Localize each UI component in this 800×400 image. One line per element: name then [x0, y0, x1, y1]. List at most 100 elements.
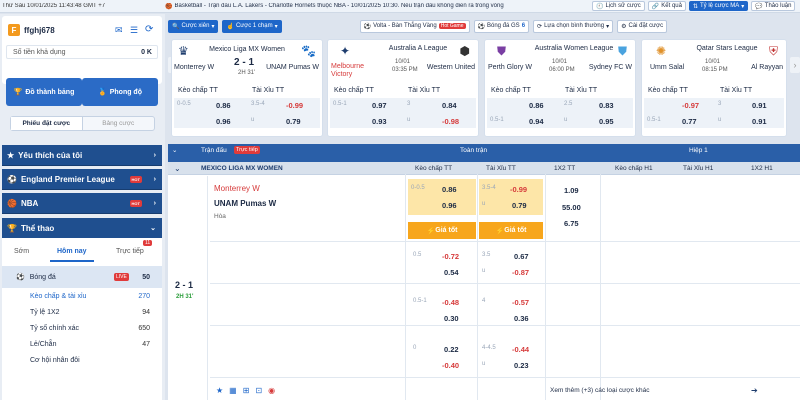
odd-value[interactable]: 0.96	[216, 117, 231, 126]
odd-value[interactable]: -0.99	[510, 185, 527, 194]
settings-button[interactable]: ⚙ Cài đặt cược	[617, 19, 668, 33]
odd-2[interactable]: 6.75	[564, 219, 579, 228]
header-full: Toàn trận	[460, 146, 488, 154]
category-sports[interactable]: 🏆 Thể thao ⌄	[2, 218, 162, 239]
odd-value[interactable]: 0.86	[529, 101, 544, 110]
results-button[interactable]: 🔗 Kết quả	[647, 1, 686, 11]
submenu-item[interactable]: Cơ hội nhân đôi	[2, 354, 162, 368]
league-name: MEXICO LIGA MX WOMEN	[201, 165, 283, 172]
collapse-icon[interactable]: ⌄	[174, 164, 181, 173]
odd-value[interactable]: 0.86	[216, 101, 231, 110]
hcap-cell-main[interactable]: 0-0.5 0.86 0.96	[408, 179, 476, 215]
category-epl[interactable]: ⚽ England Premier League HOT ›	[2, 169, 162, 190]
sport-football[interactable]: ⚽ Bóng đá LIVE 50	[2, 266, 162, 288]
submenu-item[interactable]: Tỷ lệ 1X2 94	[2, 306, 162, 320]
odd-1[interactable]: 1.09	[564, 186, 579, 195]
odd-value[interactable]: 0.22	[444, 345, 459, 354]
tab-board[interactable]: Bảng cược	[83, 117, 155, 130]
odd-value[interactable]: 0.91	[752, 117, 767, 126]
odd-value[interactable]: 0.67	[514, 252, 529, 261]
best-price-button[interactable]: ⚡ Giá tốt	[479, 222, 543, 239]
refresh-icon[interactable]: ⟳	[145, 24, 153, 35]
arrow-right-icon[interactable]: ➔	[751, 386, 758, 395]
odd-value[interactable]: -0.57	[512, 298, 529, 307]
shortcuts: 🏆 Đồ thành bảng 🏅 Phong độ	[2, 78, 162, 108]
live-stream-icon[interactable]: ◉	[268, 386, 275, 395]
history-icon: 🕘	[596, 3, 604, 10]
match-time-cell: 2 - 1 2H 31'	[168, 176, 208, 400]
tab-today[interactable]: Hôm nay	[57, 248, 87, 255]
star-icon[interactable]: ★	[216, 386, 223, 395]
odd-value[interactable]: 0.83	[599, 101, 614, 110]
submenu-item[interactable]: Lẻ/Chẵn 47	[2, 338, 162, 352]
carousel-next-arrow[interactable]: ›	[790, 57, 800, 73]
odd-value[interactable]: 0.93	[372, 117, 387, 126]
gs-button[interactable]: ⚽ Bóng đá GS 6	[473, 19, 530, 33]
odd-value[interactable]: 0.79	[512, 201, 527, 210]
field-icon[interactable]: ⊡	[255, 386, 262, 395]
category-favorites[interactable]: ★ Yêu thích của tôi ›	[2, 145, 162, 166]
league-row[interactable]: ⌄ MEXICO LIGA MX WOMEN Kèo chấp TT Tài X…	[168, 162, 800, 175]
chat-icon[interactable]: ☰	[130, 25, 138, 36]
odd-value[interactable]: 0.79	[286, 117, 301, 126]
ou-line: 4	[482, 298, 486, 304]
odd-value[interactable]: -0.87	[512, 268, 529, 277]
odd-value[interactable]: -0.99	[286, 101, 303, 110]
odd-value[interactable]: -0.72	[442, 252, 459, 261]
odd-value[interactable]: 0.96	[442, 201, 457, 210]
odd-value[interactable]: 0.86	[442, 185, 457, 194]
odd-value[interactable]: -0.97	[682, 101, 699, 110]
odd-value[interactable]: 0.95	[599, 117, 614, 126]
match-card[interactable]: ⛊ Australia Women League ⛊ Perth Glory W…	[484, 39, 636, 137]
odds-type-select[interactable]: ⇅ Tỷ lệ cược MA ▾	[688, 1, 749, 11]
ou-line: u	[482, 268, 486, 274]
collapse-icon[interactable]: ⌄	[172, 144, 177, 156]
odd-value[interactable]: 0.77	[682, 117, 697, 126]
form-button[interactable]: 🏅 Phong độ	[82, 78, 158, 106]
odd-value[interactable]: 0.94	[529, 117, 544, 126]
best-price-button[interactable]: ⚡ Giá tốt	[408, 222, 476, 239]
odd-value[interactable]: -0.98	[442, 117, 459, 126]
message-icon[interactable]: ✉	[115, 25, 123, 36]
combo-bet-button[interactable]: 🔍 Cược xiên ▾	[168, 19, 219, 33]
tab-live[interactable]: Trực tiếp	[116, 248, 144, 255]
odd-value[interactable]: -0.44	[512, 345, 529, 354]
stats-icon[interactable]: ▦	[229, 386, 237, 395]
help-button[interactable]: 💬 Thảo luận	[751, 1, 796, 11]
ou-line: u	[407, 117, 411, 123]
calculator-icon[interactable]: ⊞	[243, 386, 250, 395]
volta-button[interactable]: ⚽ Volta - Bàn Thắng Vàng Hot Game	[359, 19, 470, 33]
odd-value[interactable]: -0.48	[442, 298, 459, 307]
more-bets-link[interactable]: Xem thêm (+3) các loại cược khác	[550, 387, 649, 394]
news-ticker[interactable]: 🏀 Basketball - Trận đấu L.A. Lakers - Ch…	[165, 3, 589, 10]
odd-value[interactable]: 0.54	[444, 268, 459, 277]
flash-icon: ⚡	[426, 227, 436, 235]
match-card[interactable]: ✦ Australia A League ⬢ Melbourne Victory…	[327, 39, 479, 137]
statement-button[interactable]: 🏆 Đồ thành bảng	[6, 78, 82, 106]
odd-value[interactable]: 0.97	[372, 101, 387, 110]
pointer-icon: ☝	[226, 23, 234, 30]
odd-value[interactable]: 0.23	[514, 361, 529, 370]
odd-value[interactable]: 0.91	[752, 101, 767, 110]
submenu-item[interactable]: Tỷ số chính xác 650	[2, 322, 162, 336]
ou-cell-main[interactable]: 3.5-4 -0.99 u 0.79	[479, 179, 543, 215]
odd-value[interactable]: 0.84	[442, 101, 457, 110]
datetime: Thứ Sáu 10/01/2025 11:43:48 GMT +7	[2, 3, 106, 9]
user-avatar: F	[8, 24, 20, 36]
col-divider	[405, 174, 406, 400]
col-hcap: Kèo chấp TT	[415, 165, 453, 172]
tab-early[interactable]: Sớm	[14, 248, 29, 255]
selection-mode-select[interactable]: ⟳ Lựa chọn bình thường ▾	[533, 19, 614, 33]
quick-bet-button[interactable]: ☝ Cược 1 chạm ▾	[222, 19, 282, 33]
tab-betslip[interactable]: Phiếu đặt cược	[11, 117, 83, 130]
match-card[interactable]: ✺ Qatar Stars League ⛨ Umm Salal 10/01 0…	[641, 39, 787, 137]
row-divider	[210, 241, 800, 242]
odd-value[interactable]: 0.30	[444, 314, 459, 323]
category-nba[interactable]: 🏀 NBA HOT ›	[2, 193, 162, 214]
history-button[interactable]: 🕘 Lịch sử cược	[592, 1, 645, 11]
odd-x[interactable]: 55.00	[562, 203, 581, 212]
match-card[interactable]: ♛ Mexico Liga MX Women 🐾 Monterrey W 2 -…	[171, 39, 323, 137]
odd-value[interactable]: -0.40	[442, 361, 459, 370]
submenu-item[interactable]: Kèo chấp & tài xỉu 270	[2, 290, 162, 304]
odd-value[interactable]: 0.36	[514, 314, 529, 323]
